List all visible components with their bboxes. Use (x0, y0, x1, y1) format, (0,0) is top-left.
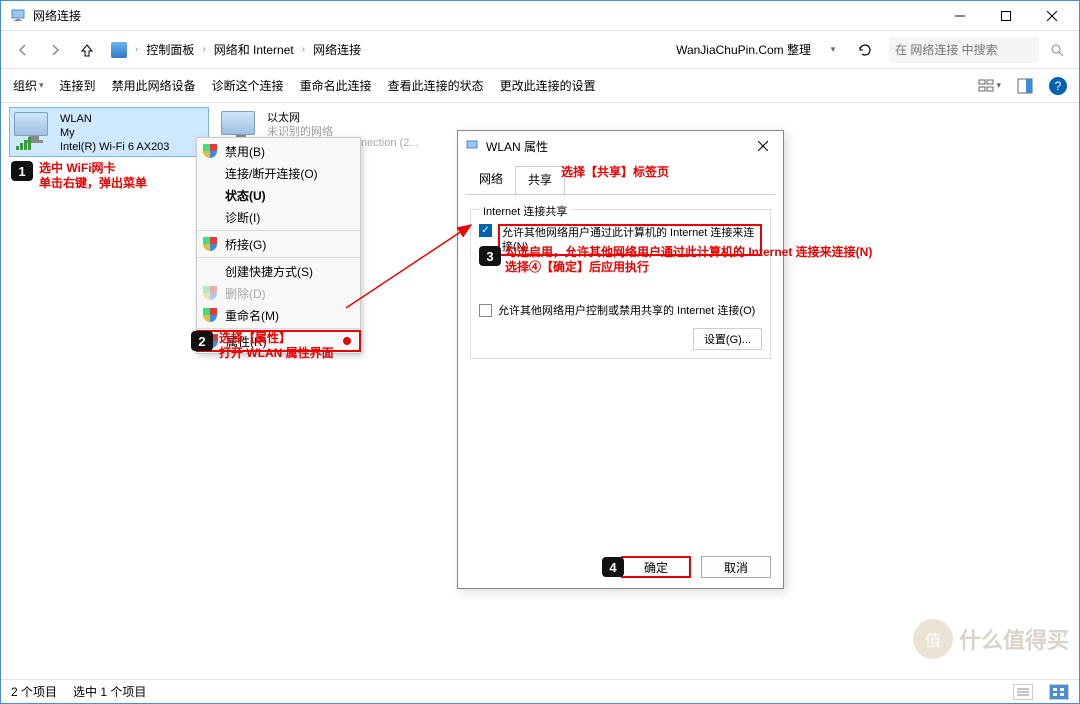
up-button[interactable] (73, 36, 101, 64)
chevron-right-icon: › (202, 44, 205, 55)
diagnose-button[interactable]: 诊断这个连接 (212, 77, 284, 94)
attribution-text: WanJiaChuPin.Com 整理 (676, 41, 811, 58)
adapter-text: WLAN My Intel(R) Wi-Fi 6 AX203 (60, 112, 169, 152)
organize-button[interactable]: 组织▾ (13, 77, 44, 94)
view-icons-button[interactable] (1049, 684, 1069, 700)
dialog-close-button[interactable] (751, 134, 775, 158)
status-selected-count: 选中 1 个项目 (73, 683, 146, 700)
checkbox-allow-control[interactable]: 允许其他网络用户控制或禁用共享的 Internet 连接(O) (479, 304, 762, 318)
menu-diagnose[interactable]: 诊断(I) (197, 206, 360, 228)
maximize-button[interactable] (983, 1, 1029, 31)
chevron-right-icon: › (302, 44, 305, 55)
titlebar: 网络连接 (1, 1, 1079, 31)
view-options-button[interactable]: ▾ (978, 78, 1001, 94)
breadcrumb-item[interactable]: 网络和 Internet (214, 41, 294, 58)
annotation-4-number: 4 (602, 557, 624, 577)
app-icon (11, 8, 27, 24)
properties-dialog: WLAN 属性 网络 共享 Internet 连接共享 ✓ 允许其他网络用户通过… (457, 130, 784, 589)
view-status-button[interactable]: 查看此连接的状态 (388, 77, 484, 94)
shield-icon (203, 286, 217, 300)
breadcrumb-item[interactable]: 网络连接 (313, 41, 361, 58)
view-details-button[interactable] (1013, 684, 1033, 700)
adapter-wlan[interactable]: WLAN My Intel(R) Wi-Fi 6 AX203 (9, 107, 209, 157)
toolbar: 组织▾ 连接到 禁用此网络设备 诊断这个连接 重命名此连接 查看此连接的状态 更… (1, 69, 1079, 103)
back-button[interactable] (9, 36, 37, 64)
settings-button[interactable]: 设置(G)... (693, 328, 762, 350)
checkbox-icon: ✓ (479, 224, 492, 237)
menu-disable[interactable]: 禁用(B) (197, 140, 360, 162)
change-settings-button[interactable]: 更改此连接的设置 (500, 77, 596, 94)
group-legend: Internet 连接共享 (479, 203, 571, 219)
rename-button[interactable]: 重命名此连接 (300, 77, 372, 94)
context-menu: 禁用(B) 连接/断开连接(O) 状态(U) 诊断(I) 桥接(G) 创建快捷方… (196, 137, 361, 354)
content-area: WLAN My Intel(R) Wi-Fi 6 AX203 以太网 未识别的网… (1, 103, 1079, 679)
shield-icon (203, 308, 217, 322)
shield-icon (203, 144, 217, 158)
truncated-device-text: nection (2... (361, 137, 418, 149)
shield-icon (203, 237, 217, 251)
refresh-button[interactable] (851, 36, 879, 64)
dialog-buttons: 确定 取消 (621, 556, 771, 578)
status-item-count: 2 个项目 (11, 683, 57, 700)
chevron-right-icon: › (135, 44, 138, 55)
annotation-2: 2 选择【属性】打开 WLAN 属性界面 (191, 331, 334, 361)
annotation-1: 1 选中 WiFi网卡单击右键，弹出菜单 (11, 161, 147, 191)
ok-button[interactable]: 确定 (621, 556, 691, 578)
menu-delete: 删除(D) (197, 282, 360, 304)
breadcrumb-icon (111, 42, 127, 58)
watermark-text: 什么值得买 (959, 623, 1069, 655)
menu-bridge[interactable]: 桥接(G) (197, 233, 360, 255)
forward-button[interactable] (41, 36, 69, 64)
cancel-button[interactable]: 取消 (701, 556, 771, 578)
watermark: 值 什么值得买 (913, 619, 1069, 659)
checkbox-icon (479, 304, 492, 317)
watermark-icon: 值 (913, 619, 953, 659)
dialog-title: WLAN 属性 (486, 138, 548, 155)
tab-sharing[interactable]: 共享 (515, 166, 565, 195)
help-icon[interactable]: ? (1049, 77, 1067, 95)
minimize-button[interactable] (937, 1, 983, 31)
connect-to-button[interactable]: 连接到 (60, 77, 96, 94)
window-title: 网络连接 (33, 7, 937, 24)
close-button[interactable] (1029, 1, 1075, 31)
preview-pane-button[interactable] (1017, 78, 1033, 94)
dropdown-button[interactable]: ▾ (819, 36, 847, 64)
menu-status[interactable]: 状态(U) (197, 184, 360, 206)
menu-rename[interactable]: 重命名(M) (197, 304, 360, 326)
statusbar: 2 个项目 选中 1 个项目 (1, 679, 1079, 703)
tab-network[interactable]: 网络 (466, 165, 516, 194)
menu-create-shortcut[interactable]: 创建快捷方式(S) (197, 260, 360, 282)
adapter-icon (14, 112, 54, 152)
search-input[interactable] (889, 37, 1039, 63)
breadcrumb: › 控制面板 › 网络和 Internet › 网络连接 (111, 41, 672, 58)
annotation-3-number: 3 (479, 246, 501, 266)
menu-connect-disconnect[interactable]: 连接/断开连接(O) (197, 162, 360, 184)
disable-device-button[interactable]: 禁用此网络设备 (112, 77, 196, 94)
search-icon[interactable] (1043, 43, 1071, 57)
annotation-3: 勾选启用，允许其他网络用户通过此计算机的 Internet 连接来连接(N)选择… (505, 245, 872, 275)
navbar: › 控制面板 › 网络和 Internet › 网络连接 WanJiaChuPi… (1, 31, 1079, 69)
annotation-tab-note: 选择【共享】标签页 (561, 163, 669, 180)
breadcrumb-item[interactable]: 控制面板 (146, 41, 194, 58)
internet-sharing-group: Internet 连接共享 ✓ 允许其他网络用户通过此计算机的 Internet… (470, 209, 771, 359)
dialog-icon (466, 139, 480, 153)
dialog-titlebar: WLAN 属性 (458, 131, 783, 161)
